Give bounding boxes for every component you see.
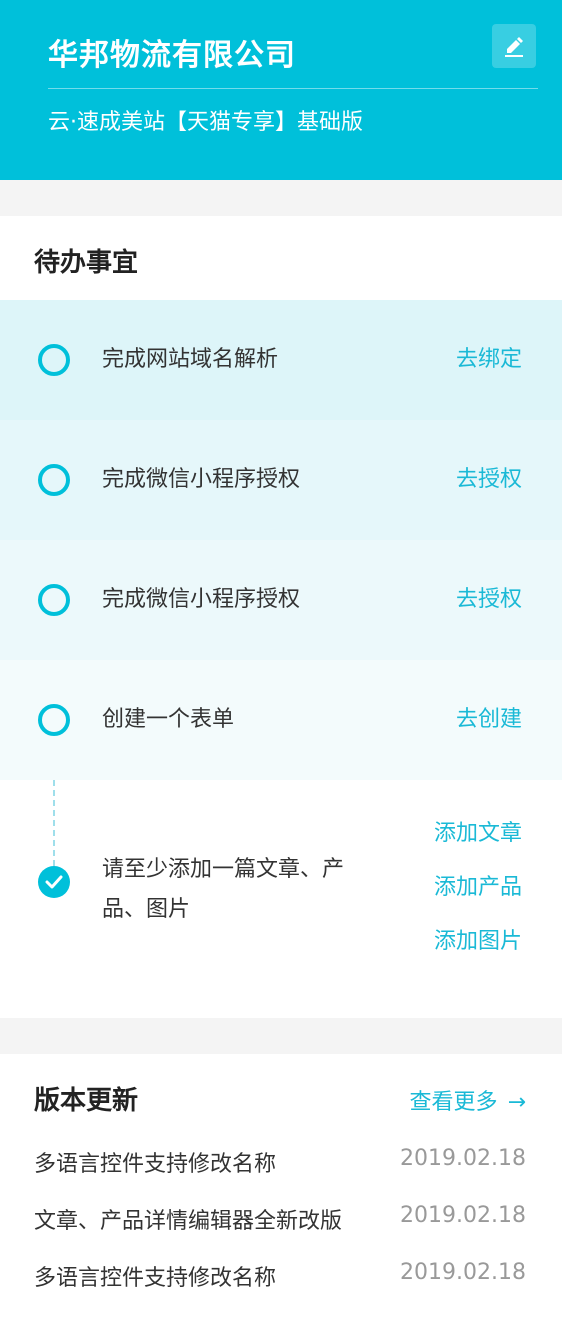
pending-circle-icon [38,344,70,376]
update-item-date: 2019.02.18 [400,1146,526,1171]
todo-section: 待办事宜 完成网站域名解析 去绑定 完成微信小程序授权 去授权 完成微信小程序授… [0,216,562,1018]
todo-item: 完成微信小程序授权 去授权 [0,540,562,660]
todo-action-link[interactable]: 去创建 [456,704,522,736]
todo-item-text: 创建一个表单 [102,707,235,732]
todo-item-text: 完成微信小程序授权 [102,467,301,492]
todo-item-text: 完成网站域名解析 [102,347,279,372]
updates-section: 版本更新 查看更多 → 多语言控件支持修改名称 2019.02.18 文章、产品详… [0,1054,562,1334]
update-item-date: 2019.02.18 [400,1260,526,1285]
update-item-title: 多语言控件支持修改名称 [34,1266,277,1291]
update-item[interactable]: 多语言控件支持修改名称 2019.02.18 [34,1260,526,1292]
header-divider [48,88,538,89]
page-header: 华邦物流有限公司 云·速成美站【天猫专享】基础版 [0,0,562,180]
pending-circle-icon [38,584,70,616]
todo-item: 完成微信小程序授权 去授权 [0,420,562,540]
todo-item-completed: 请至少添加一篇文章、产品、图片 添加文章 添加产品 添加图片 [0,780,562,980]
todo-item: 完成网站域名解析 去绑定 [0,300,562,420]
update-item-date: 2019.02.18 [400,1203,526,1228]
view-more-link[interactable]: 查看更多 → [410,1084,526,1116]
pending-circle-icon [38,704,70,736]
company-name: 华邦物流有限公司 [48,38,296,73]
plan-name: 云·速成美站【天猫专享】基础版 [48,110,363,135]
add-product-link[interactable]: 添加产品 [434,872,522,904]
edit-icon [505,37,523,57]
view-more-label: 查看更多 [409,1090,498,1115]
todo-item-text: 请至少添加一篇文章、产品、图片 [102,857,345,922]
pending-circle-icon [38,464,70,496]
update-item[interactable]: 文章、产品详情编辑器全新改版 2019.02.18 [34,1203,526,1235]
add-image-link[interactable]: 添加图片 [434,926,522,958]
todo-action-link[interactable]: 去绑定 [456,344,522,376]
update-item-title: 文章、产品详情编辑器全新改版 [34,1209,343,1234]
update-item-title: 多语言控件支持修改名称 [34,1152,277,1177]
edit-button[interactable] [492,24,536,68]
add-article-link[interactable]: 添加文章 [434,818,522,850]
todo-action-link[interactable]: 去授权 [456,584,522,616]
updates-title: 版本更新 [34,1086,139,1116]
update-item[interactable]: 多语言控件支持修改名称 2019.02.18 [34,1146,526,1178]
arrow-right-icon: → [507,1090,526,1115]
todo-item-text: 完成微信小程序授权 [102,587,301,612]
todo-item: 创建一个表单 去创建 [0,660,562,780]
todo-title: 待办事宜 [34,248,139,278]
check-circle-icon [38,866,70,898]
todo-action-link[interactable]: 去授权 [456,464,522,496]
